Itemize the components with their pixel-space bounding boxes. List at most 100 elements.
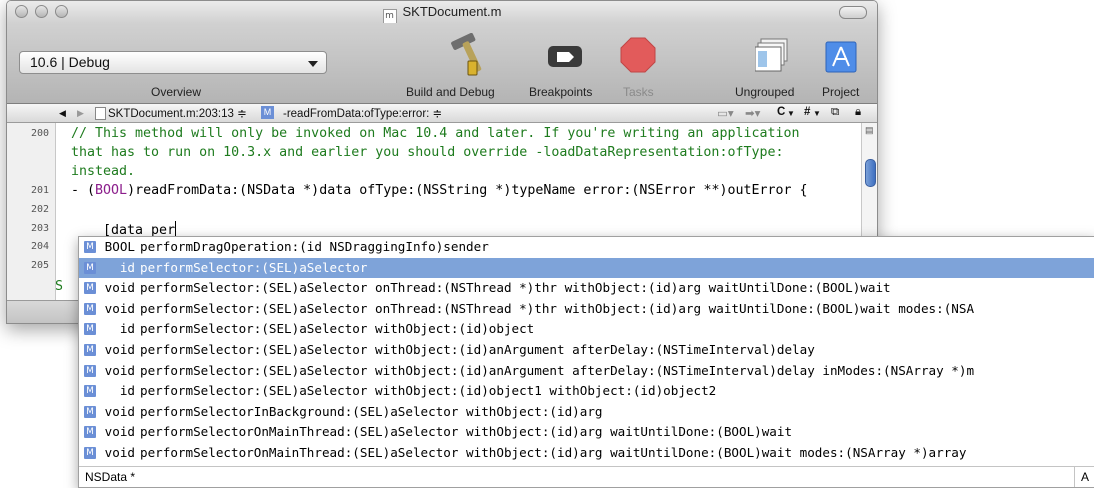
completion-item[interactable]: Mid performSelector:(SEL)aSelector withOb… <box>79 319 1094 340</box>
text-cursor <box>175 221 177 236</box>
overview-popup-value: 10.6 | Debug <box>30 54 110 70</box>
line-number: 201 <box>30 185 49 196</box>
completion-signature: performSelectorOnMainThread:(SEL)aSelect… <box>140 444 967 460</box>
line-number: 202 <box>30 204 49 215</box>
completion-signature: performSelector:(SEL)aSelector withObjec… <box>140 383 717 399</box>
scroll-thumb[interactable] <box>865 159 876 187</box>
method-icon: M <box>84 446 96 459</box>
method-icon: M <box>84 282 96 295</box>
breakpoints-menu-icon[interactable]: ➡▾ <box>745 106 760 120</box>
completion-return-type: void <box>104 424 135 440</box>
counterpart-icon[interactable]: ⧉ <box>831 106 839 119</box>
completion-signature: performSelector:(SEL)aSelector onThread:… <box>140 300 975 316</box>
title-bar[interactable]: m SKTDocument.m <box>7 1 877 25</box>
sort-toggle-button[interactable]: A <box>1074 467 1094 487</box>
forward-arrow-icon[interactable]: ▶ <box>77 108 84 119</box>
completion-item[interactable]: Mvoid performSelectorOnMainThread:(SEL)aS… <box>79 422 1094 443</box>
bookmarks-icon[interactable]: ▭▾ <box>717 106 734 120</box>
build-and-debug-button[interactable]: Build and Debug <box>406 85 495 99</box>
completion-return-type: id <box>119 383 135 399</box>
split-view-icon[interactable]: ▤ <box>865 125 874 136</box>
completion-signature: performSelectorOnMainThread:(SEL)aSelect… <box>140 424 793 440</box>
class-popup[interactable]: C <box>777 106 785 118</box>
completion-signature: performSelectorInBackground:(SEL)aSelect… <box>140 403 603 419</box>
completion-rows: M BOOL performDragOperation:(id NSDragging… <box>79 237 1094 464</box>
project-icon[interactable] <box>825 41 857 73</box>
breakpoints-button[interactable]: Breakpoints <box>529 85 592 99</box>
navigation-bar: ◀ ▶ SKTDocument.m:203:13 ≑ M -readFromDa… <box>7 104 877 123</box>
completion-return-type: id <box>119 321 135 337</box>
toolbar: 10.6 | Debug Overview Build and Debug Br… <box>7 23 877 104</box>
completion-type-label: NSData * <box>85 470 136 484</box>
completion-item[interactable]: Mid performSelector:(SEL)aSelector <box>79 257 1094 279</box>
completion-signature: performSelector:(SEL)aSelector withObjec… <box>140 362 975 378</box>
return-type-keyword: BOOL <box>95 183 128 198</box>
chevron-down-icon: ▼ <box>813 109 821 118</box>
completion-item[interactable]: Mvoid performSelectorOnMainThread:(SEL)aS… <box>79 443 1094 464</box>
method-icon: M <box>84 364 96 377</box>
ungrouped-button[interactable]: Ungrouped <box>735 85 794 99</box>
completion-item[interactable]: M BOOL performDragOperation:(id NSDragging… <box>79 237 1094 258</box>
method-icon: M <box>84 426 96 439</box>
project-button[interactable]: Project <box>822 85 859 99</box>
method-icon: M <box>84 405 96 418</box>
method-signature-line: - (BOOL)readFromData:(NSData *)data ofTy… <box>71 183 808 198</box>
completion-return-type: void <box>104 444 135 460</box>
completion-item[interactable]: Mid performSelector:(SEL)aSelector withOb… <box>79 381 1094 402</box>
completion-item[interactable]: Mvoid performSelector:(SEL)aSelector with… <box>79 340 1094 361</box>
completion-return-type: void <box>104 362 135 378</box>
chevron-down-icon: ▼ <box>787 109 795 118</box>
toolbar-toggle-button[interactable] <box>839 6 867 19</box>
pragma-popup[interactable]: # <box>804 106 810 118</box>
completion-item[interactable]: Mvoid performSelector:(SEL)aSelector onTh… <box>79 299 1094 320</box>
lock-icon[interactable]: 🔒︎ <box>855 106 861 119</box>
window-title-container: m SKTDocument.m <box>7 4 877 25</box>
hammer-icon[interactable] <box>445 33 485 79</box>
signature-rest: )readFromData:(NSData *)data ofType:(NSS… <box>127 183 808 198</box>
completion-return-type: void <box>104 403 135 419</box>
signature-prefix: - ( <box>71 183 96 198</box>
line-number: 204 <box>30 241 49 252</box>
code-completion-list[interactable]: M BOOL performDragOperation:(id NSDragging… <box>78 236 1094 488</box>
completion-item[interactable]: Mvoid performSelector:(SEL)aSelector with… <box>79 361 1094 382</box>
file-location-popup[interactable]: SKTDocument.m:203:13 ≑ <box>108 106 247 120</box>
chevron-down-icon <box>308 61 318 67</box>
stop-tasks-icon[interactable] <box>620 37 656 73</box>
completion-return-type: void <box>104 341 135 357</box>
line-number: 203 <box>30 223 49 234</box>
line-number-gutter: 200 201 202 203 204 205 <box>7 123 56 323</box>
completion-return-type: id <box>119 259 135 275</box>
completion-item[interactable]: Mvoid performSelector:(SEL)aSelector onTh… <box>79 278 1094 299</box>
breakpoints-icon[interactable] <box>547 43 583 69</box>
code-comment-line: // This method will only be invoked on M… <box>71 126 800 141</box>
completion-signature: performSelector:(SEL)aSelector onThread:… <box>140 280 891 296</box>
completion-signature: performSelector:(SEL)aSelector withObjec… <box>140 321 535 337</box>
completion-signature: performSelector:(SEL)aSelector withObjec… <box>140 341 815 357</box>
method-badge-icon: M <box>261 106 274 119</box>
method-icon: M <box>84 343 96 356</box>
completion-item[interactable]: Mvoid performSelectorInBackground:(SEL)aS… <box>79 402 1094 423</box>
completion-return-type: BOOL <box>104 239 135 254</box>
code-comment-line: that has to run on 10.3.x and earlier yo… <box>71 145 784 160</box>
method-icon: M <box>84 323 96 336</box>
line-number: 200 <box>30 128 49 139</box>
code-comment-line: instead. <box>71 164 136 179</box>
completion-return-type: void <box>104 300 135 316</box>
completion-signature: performSelector:(SEL)aSelector <box>140 259 368 275</box>
window-title: SKTDocument.m <box>402 4 502 19</box>
back-arrow-icon[interactable]: ◀ <box>59 108 66 119</box>
overview-label: Overview <box>151 85 202 99</box>
line-number: 205 <box>30 260 49 271</box>
method-icon: M <box>84 385 96 398</box>
method-icon: M <box>84 261 96 274</box>
completion-return-type: void <box>104 280 135 296</box>
completion-status-bar: NSData * A <box>79 466 1094 487</box>
file-icon <box>95 107 106 120</box>
ungrouped-icon[interactable] <box>755 37 791 73</box>
method-icon: M <box>84 241 96 253</box>
tasks-button[interactable]: Tasks <box>623 85 654 99</box>
function-popup[interactable]: -readFromData:ofType:error: ≑ <box>283 106 442 120</box>
partially-hidden-text: S <box>55 279 64 294</box>
overview-popup[interactable]: 10.6 | Debug <box>19 51 327 74</box>
method-icon: M <box>84 302 96 315</box>
